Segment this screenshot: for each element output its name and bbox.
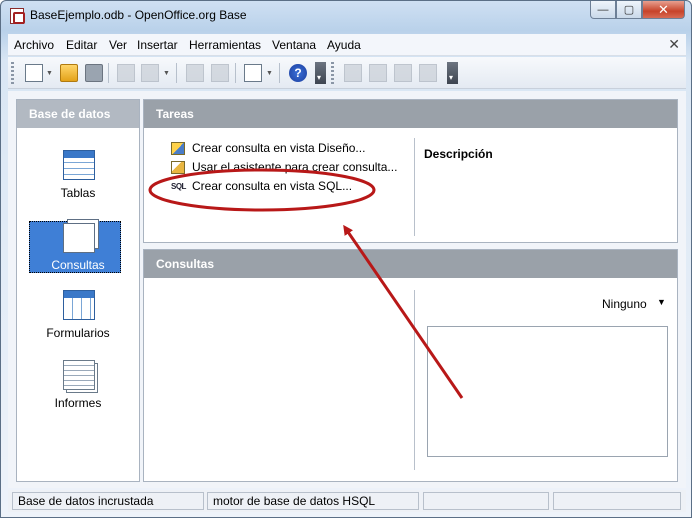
copy-icon[interactable]	[117, 64, 135, 82]
task-create-query-design[interactable]: Crear consulta en vista Diseño...	[192, 141, 365, 155]
preview-select-arrow-icon[interactable]: ▼	[657, 297, 666, 307]
help-icon[interactable]: ?	[289, 64, 307, 82]
form-icon[interactable]	[244, 64, 262, 82]
wizard-icon	[171, 161, 185, 174]
new-dropdown-arrow-icon[interactable]: ▼	[46, 70, 53, 77]
toolbar-separator	[235, 63, 236, 83]
paste-icon[interactable]	[141, 64, 159, 82]
delete-object-icon[interactable]	[394, 64, 412, 82]
toolbar-grip-icon[interactable]	[11, 62, 14, 84]
close-document-icon[interactable]: ✕	[668, 36, 680, 53]
toolbar-overflow-icon[interactable]	[315, 62, 326, 84]
queries-panel-header: Consultas	[144, 250, 677, 278]
task-query-wizard[interactable]: Usar el asistente para crear consulta...	[192, 160, 397, 174]
status-empty-1	[423, 492, 549, 510]
main-area: Base de datos Tablas Consultas Formulari…	[8, 91, 686, 488]
close-button[interactable]: ✕	[642, 1, 685, 19]
toolbar-overflow-icon[interactable]	[447, 62, 458, 84]
paste-dropdown-arrow-icon[interactable]: ▼	[163, 70, 170, 77]
reports-icon	[63, 360, 95, 390]
toolbar-separator	[108, 63, 109, 83]
tasks-panel-header: Tareas	[144, 100, 677, 128]
database-pane-header: Base de datos	[17, 100, 139, 128]
window-title: BaseEjemplo.odb - OpenOffice.org Base	[30, 8, 247, 22]
save-disk-icon[interactable]	[85, 64, 103, 82]
menu-bar: Archivo Editar Ver Insertar Herramientas…	[8, 34, 686, 56]
database-pane: Base de datos Tablas Consultas Formulari…	[16, 99, 140, 482]
status-empty-2	[553, 492, 681, 510]
open-folder-icon[interactable]	[60, 64, 78, 82]
status-database-type: Base de datos incrustada	[12, 492, 204, 510]
menu-ventana[interactable]: Ventana	[272, 38, 316, 52]
panel-divider	[414, 290, 415, 470]
rename-object-icon[interactable]	[419, 64, 437, 82]
db-item-reports[interactable]: Informes	[17, 354, 139, 414]
title-bar[interactable]: BaseEjemplo.odb - OpenOffice.org Base — …	[1, 1, 691, 31]
queries-icon	[63, 223, 95, 253]
tables-icon	[63, 150, 95, 180]
menu-editar[interactable]: Editar	[66, 38, 97, 52]
open-object-icon[interactable]	[344, 64, 362, 82]
queries-panel: Consultas Ninguno ▼	[143, 249, 678, 482]
forms-icon	[63, 290, 95, 320]
toolbar-grip-icon[interactable]	[331, 62, 334, 84]
new-document-icon[interactable]	[25, 64, 43, 82]
db-item-label: Tablas	[60, 186, 96, 200]
menu-insertar[interactable]: Insertar	[137, 38, 178, 52]
menu-ayuda[interactable]: Ayuda	[327, 38, 361, 52]
application-window: BaseEjemplo.odb - OpenOffice.org Base — …	[0, 0, 692, 518]
toolbar-separator	[279, 63, 280, 83]
db-item-label: Consultas	[51, 258, 105, 272]
panel-divider	[414, 138, 415, 236]
db-item-queries[interactable]: Consultas	[17, 221, 139, 281]
status-engine: motor de base de datos HSQL	[207, 492, 419, 510]
preview-select[interactable]: Ninguno	[602, 297, 647, 311]
preview-area	[427, 326, 668, 457]
sort-descending-icon[interactable]	[211, 64, 229, 82]
menu-ver[interactable]: Ver	[109, 38, 127, 52]
edit-object-icon[interactable]	[369, 64, 387, 82]
sql-icon: SQL	[171, 182, 186, 191]
menu-herramientas[interactable]: Herramientas	[189, 38, 261, 52]
app-database-icon[interactable]	[10, 8, 25, 24]
menu-archivo[interactable]: Archivo	[14, 38, 54, 52]
db-item-forms[interactable]: Formularios	[17, 284, 139, 344]
tasks-panel: Tareas Crear consulta en vista Diseño...…	[143, 99, 678, 243]
task-create-query-sql[interactable]: Crear consulta en vista SQL...	[192, 179, 352, 193]
minimize-button[interactable]: —	[590, 1, 616, 19]
design-view-icon	[171, 142, 185, 155]
toolbar-separator	[176, 63, 177, 83]
sort-ascending-icon[interactable]	[186, 64, 204, 82]
restore-button[interactable]: ▢	[616, 1, 642, 19]
toolbar: ▼ ▼ ▼ ?	[8, 57, 686, 89]
db-item-label: Informes	[54, 396, 102, 410]
form-dropdown-arrow-icon[interactable]: ▼	[266, 70, 273, 77]
status-bar: Base de datos incrustada motor de base d…	[8, 490, 686, 512]
db-item-tables[interactable]: Tablas	[17, 144, 139, 204]
description-title: Descripción	[424, 147, 493, 161]
db-item-label: Formularios	[46, 326, 110, 340]
